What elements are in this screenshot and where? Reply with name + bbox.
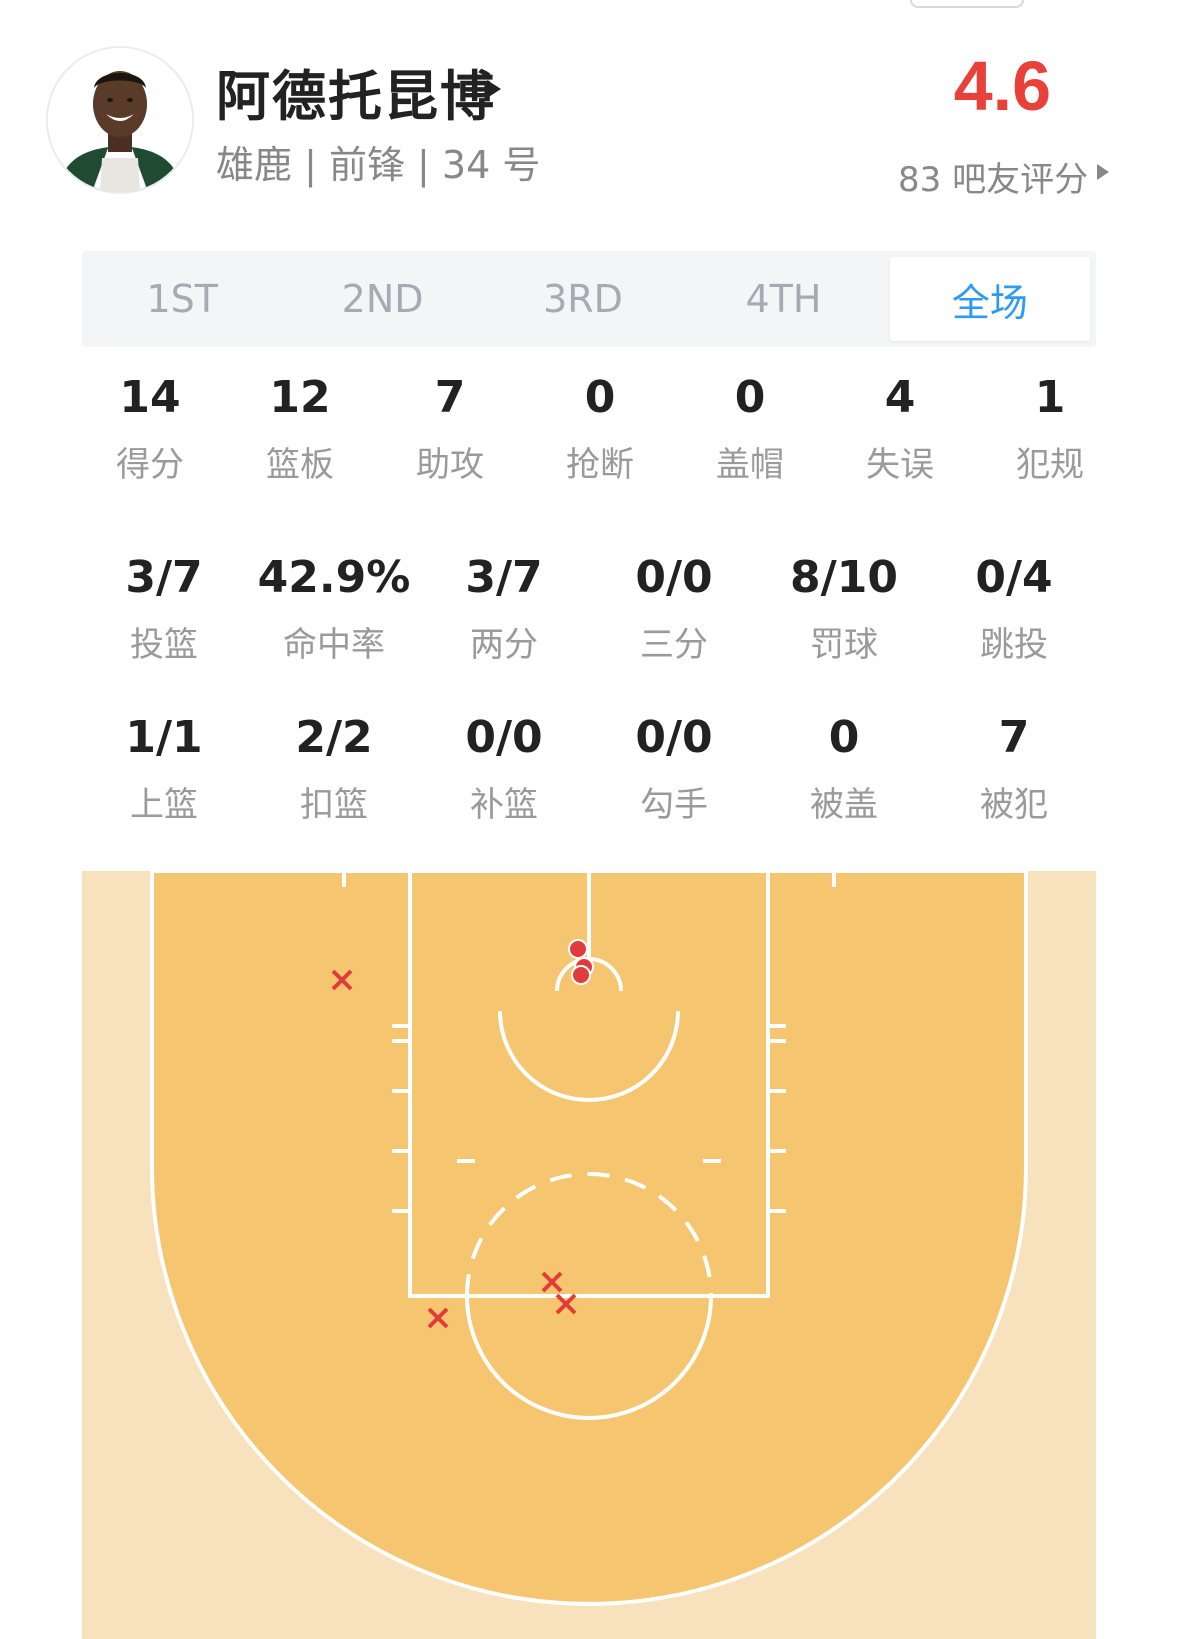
made-shot-marker [571, 965, 591, 985]
stat-value: 0/0 [635, 552, 713, 603]
tab-full-game[interactable]: 全场 [889, 257, 1091, 341]
stat-value: 2/2 [295, 712, 373, 763]
stat-label: 三分 [640, 625, 708, 665]
stat-value: 3/7 [125, 552, 203, 603]
stat-hook: 0/0 勾手 [589, 712, 759, 826]
player-meta: 雄鹿 | 前锋 | 34 号 [216, 143, 541, 187]
stat-value: 1 [1034, 372, 1066, 423]
stat-value: 4 [884, 372, 916, 423]
stat-three-pt: 0/0 三分 [589, 552, 759, 666]
period-tabs: 1ST 2ND 3RD 4TH 全场 [82, 251, 1096, 347]
stat-label: 上篮 [130, 785, 198, 825]
stat-value: 0 [584, 372, 616, 423]
stat-label: 投篮 [130, 625, 198, 665]
stat-value: 7 [434, 372, 466, 423]
stat-value: 0/4 [975, 552, 1053, 603]
stat-two-pt: 3/7 两分 [419, 552, 589, 666]
stat-label: 抢断 [566, 445, 634, 485]
shot-chart-court [82, 871, 1096, 1639]
stat-tip-in: 0/0 补篮 [419, 712, 589, 826]
made-shot-marker [568, 939, 588, 959]
player-avatar [46, 46, 194, 194]
stat-assists: 7 助攻 [375, 372, 525, 486]
stat-blocks: 0 盖帽 [675, 372, 825, 486]
stat-value: 12 [269, 372, 331, 423]
stat-label: 勾手 [640, 785, 708, 825]
stat-steals: 0 抢断 [525, 372, 675, 486]
stat-fg: 3/7 投篮 [79, 552, 249, 666]
stat-label: 被盖 [810, 785, 878, 825]
tab-2nd[interactable]: 2ND [282, 251, 482, 347]
stat-value: 0 [734, 372, 766, 423]
tab-4th[interactable]: 4TH [683, 251, 883, 347]
stat-value: 1/1 [125, 712, 203, 763]
tab-3rd[interactable]: 3RD [483, 251, 683, 347]
rating-count-link[interactable]: 83 吧友评分 [898, 152, 1088, 201]
stat-fg-pct: 42.9% 命中率 [249, 552, 419, 666]
stat-label: 失误 [866, 445, 934, 485]
stat-label: 两分 [470, 625, 538, 665]
stats-shooting: 3/7 投篮 42.9% 命中率 3/7 两分 0/0 三分 8/10 罚球 0/4 跳投 [79, 552, 1099, 666]
stats-shot-types: 1/1 上篮 2/2 扣篮 0/0 补篮 0/0 勾手 0 被盖 7 被犯 [79, 712, 1099, 826]
stat-label: 扣篮 [300, 785, 368, 825]
stat-value: 7 [998, 712, 1030, 763]
stat-label: 盖帽 [716, 445, 784, 485]
stat-turnovers: 4 失误 [825, 372, 975, 486]
stat-jumpshot: 0/4 跳投 [929, 552, 1099, 666]
stat-value: 42.9% [257, 552, 411, 603]
stat-value: 14 [119, 372, 181, 423]
stat-free-throw: 8/10 罚球 [759, 552, 929, 666]
stat-value: 8/10 [790, 552, 898, 603]
player-name[interactable]: 阿德托昆博 [216, 52, 496, 131]
shot-chart [82, 871, 1096, 1639]
name-arrow-icon[interactable] [487, 80, 501, 98]
tab-1st[interactable]: 1ST [82, 251, 282, 347]
stat-fouled: 7 被犯 [929, 712, 1099, 826]
stats-basic: 14 得分 12 篮板 7 助攻 0 抢断 0 盖帽 4 失误 1 犯规 [75, 372, 1125, 486]
stat-blocked: 0 被盖 [759, 712, 929, 826]
sheet-handle[interactable] [910, 0, 1024, 8]
stat-value: 0 [828, 712, 860, 763]
stat-label: 助攻 [416, 445, 484, 485]
stat-label: 补篮 [470, 785, 538, 825]
player-rating: 4.6 [953, 47, 1051, 125]
stat-value: 3/7 [465, 552, 543, 603]
stat-label: 跳投 [980, 625, 1048, 665]
stat-value: 0/0 [635, 712, 713, 763]
rating-arrow-icon[interactable] [1097, 164, 1109, 180]
stat-label: 被犯 [980, 785, 1048, 825]
player-photo-icon [48, 48, 192, 192]
stat-dunk: 2/2 扣篮 [249, 712, 419, 826]
stat-points: 14 得分 [75, 372, 225, 486]
stat-label: 罚球 [810, 625, 878, 665]
stat-label: 命中率 [283, 625, 385, 665]
stat-rebounds: 12 篮板 [225, 372, 375, 486]
stat-label: 篮板 [266, 445, 334, 485]
stat-label: 得分 [116, 445, 184, 485]
stat-layup: 1/1 上篮 [79, 712, 249, 826]
stat-value: 0/0 [465, 712, 543, 763]
stat-label: 犯规 [1016, 445, 1084, 485]
stat-fouls: 1 犯规 [975, 372, 1125, 486]
